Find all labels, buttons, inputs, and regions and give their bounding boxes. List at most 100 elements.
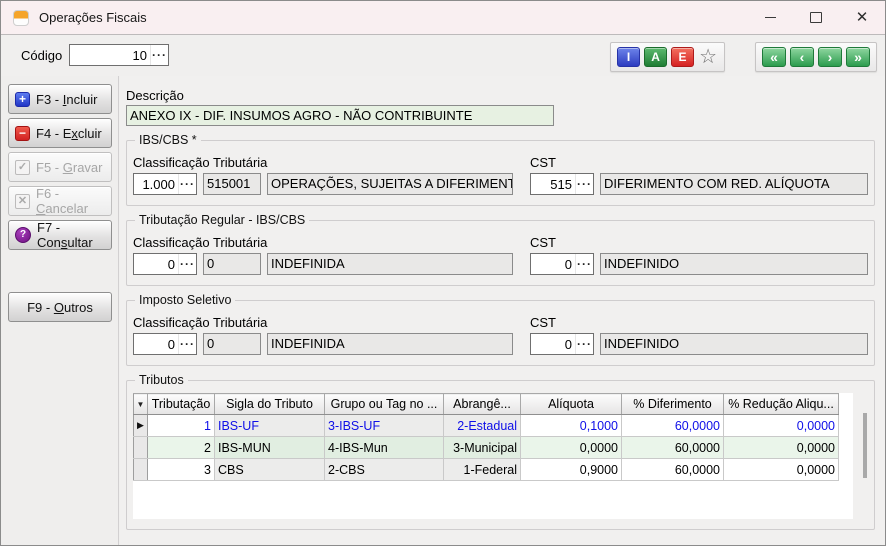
classificacao-lookup-button[interactable]: ··· xyxy=(178,254,196,274)
descricao-label: Descrição xyxy=(126,88,885,103)
cst-input[interactable]: 0 ··· xyxy=(530,333,594,355)
cell[interactable]: 1-Federal xyxy=(444,459,521,481)
last-record-button[interactable]: » xyxy=(846,47,870,67)
column-header[interactable]: Alíquota xyxy=(521,394,622,415)
filter-icon[interactable]: ▼ xyxy=(134,394,148,415)
column-header[interactable]: Grupo ou Tag no ... xyxy=(325,394,444,415)
cell[interactable]: 1 xyxy=(148,415,215,437)
toolbar: Código 10 ··· I A E ☆ « ‹ › » xyxy=(1,35,885,77)
column-header[interactable]: % Diferimento xyxy=(622,394,724,415)
classificacao-descricao: INDEFINIDA xyxy=(267,253,513,275)
classificacao-value[interactable]: 1.000 xyxy=(134,174,178,194)
window-title: Operações Fiscais xyxy=(39,10,147,25)
classificacao-label: Classificação Tributária xyxy=(133,235,530,250)
cell[interactable]: 3-Municipal xyxy=(444,437,521,459)
column-header[interactable]: Sigla do Tributo xyxy=(215,394,325,415)
cst-label: CST xyxy=(530,315,556,330)
cell[interactable]: 2-Estadual xyxy=(444,415,521,437)
a-button[interactable]: A xyxy=(644,47,667,67)
group-tributos: Tributos ▼ Tributação Sigla do Tributo xyxy=(126,380,875,530)
close-button[interactable]: ✕ xyxy=(839,1,885,34)
minimize-button[interactable] xyxy=(747,1,793,34)
column-header[interactable]: Tributação xyxy=(148,394,215,415)
e-button[interactable]: E xyxy=(671,47,694,67)
cell[interactable]: 60,0000 xyxy=(622,415,724,437)
cell[interactable]: 60,0000 xyxy=(622,437,724,459)
cell[interactable]: 2 xyxy=(148,437,215,459)
classificacao-label: Classificação Tributária xyxy=(133,155,530,170)
minimize-icon xyxy=(765,17,776,18)
codigo-input[interactable]: 10 ··· xyxy=(69,44,169,66)
star-icon[interactable]: ☆ xyxy=(699,47,717,67)
cst-value[interactable]: 0 xyxy=(531,334,575,354)
classificacao-value[interactable]: 0 xyxy=(134,334,178,354)
column-header[interactable]: % Redução Aliqu... xyxy=(724,394,839,415)
classificacao-lookup-button[interactable]: ··· xyxy=(178,174,196,194)
titlebar: Operações Fiscais ✕ xyxy=(1,1,885,35)
cell[interactable]: IBS-MUN xyxy=(215,437,325,459)
question-icon: ? xyxy=(15,227,31,243)
cst-input[interactable]: 0 ··· xyxy=(530,253,594,275)
f7-consultar-button[interactable]: ? F7 - Consultar xyxy=(8,220,112,250)
cell[interactable]: 0,0000 xyxy=(724,415,839,437)
cst-input[interactable]: 515 ··· xyxy=(530,173,594,195)
prev-record-button[interactable]: ‹ xyxy=(790,47,814,67)
current-row-marker-icon: ▶ xyxy=(134,415,148,437)
close-icon: ✕ xyxy=(856,10,869,25)
first-record-button[interactable]: « xyxy=(762,47,786,67)
cell[interactable]: IBS-UF xyxy=(215,415,325,437)
codigo-label: Código xyxy=(21,48,62,63)
cst-lookup-button[interactable]: ··· xyxy=(575,254,593,274)
classificacao-input[interactable]: 1.000 ··· xyxy=(133,173,197,195)
maximize-button[interactable] xyxy=(793,1,839,34)
cell[interactable]: 0,0000 xyxy=(521,437,622,459)
cst-value[interactable]: 515 xyxy=(531,174,575,194)
table-row[interactable]: ▶1IBS-UF3-IBS-UF2-Estadual0,100060,00000… xyxy=(134,415,839,437)
cell[interactable]: 3 xyxy=(148,459,215,481)
check-icon: ✓ xyxy=(15,160,30,175)
cell[interactable]: 4-IBS-Mun xyxy=(325,437,444,459)
cst-lookup-button[interactable]: ··· xyxy=(575,174,593,194)
cell[interactable]: 0,1000 xyxy=(521,415,622,437)
cell[interactable]: 60,0000 xyxy=(622,459,724,481)
column-header[interactable]: Abrangê... xyxy=(444,394,521,415)
f6-cancelar-button: ✕ F6 - Cancelar xyxy=(8,186,112,216)
classificacao-value[interactable]: 0 xyxy=(134,254,178,274)
classificacao-input[interactable]: 0 ··· xyxy=(133,253,197,275)
cell[interactable]: 0,9000 xyxy=(521,459,622,481)
button-label: F7 - Consultar xyxy=(37,220,111,250)
iae-toolbar-panel: I A E ☆ xyxy=(610,42,725,72)
cell[interactable]: 2-CBS xyxy=(325,459,444,481)
i-button[interactable]: I xyxy=(617,47,640,67)
classificacao-lookup-button[interactable]: ··· xyxy=(178,334,196,354)
classificacao-descricao: INDEFINIDA xyxy=(267,333,513,355)
table-row[interactable]: 2IBS-MUN4-IBS-Mun3-Municipal0,000060,000… xyxy=(134,437,839,459)
next-record-button[interactable]: › xyxy=(818,47,842,67)
codigo-lookup-button[interactable]: ··· xyxy=(150,45,168,65)
table-row[interactable]: 3CBS2-CBS1-Federal0,900060,00000,0000 xyxy=(134,459,839,481)
button-label: F6 - Cancelar xyxy=(36,186,111,216)
cst-lookup-button[interactable]: ··· xyxy=(575,334,593,354)
cell[interactable]: 0,0000 xyxy=(724,437,839,459)
group-ibs-cbs: IBS/CBS * Classificação Tributária CST 1… xyxy=(126,140,875,206)
descricao-field[interactable]: ANEXO IX - DIF. INSUMOS AGRO - NÃO CONTR… xyxy=(126,105,554,126)
classificacao-input[interactable]: 0 ··· xyxy=(133,333,197,355)
cst-value[interactable]: 0 xyxy=(531,254,575,274)
classificacao-label: Classificação Tributária xyxy=(133,315,530,330)
f9-outros-button[interactable]: F9 - Outros xyxy=(8,292,112,322)
cell[interactable]: 3-IBS-UF xyxy=(325,415,444,437)
vertical-scrollbar[interactable] xyxy=(863,413,867,478)
main-panel: Descrição ANEXO IX - DIF. INSUMOS AGRO -… xyxy=(120,76,885,545)
codigo-value[interactable]: 10 xyxy=(70,45,150,65)
f5-gravar-button: ✓ F5 - Gravar xyxy=(8,152,112,182)
tributos-body: ▶1IBS-UF3-IBS-UF2-Estadual0,100060,00000… xyxy=(134,415,839,481)
classificacao-descricao: OPERAÇÕES, SUJEITAS A DIFERIMENTO, C xyxy=(267,173,513,195)
f3-incluir-button[interactable]: + F3 - Incluir xyxy=(8,84,112,114)
maximize-icon xyxy=(810,12,822,23)
cst-label: CST xyxy=(530,235,556,250)
sidebar: + F3 - Incluir − F4 - Excluir ✓ F5 - Gra… xyxy=(1,76,119,545)
f4-excluir-button[interactable]: − F4 - Excluir xyxy=(8,118,112,148)
cell[interactable]: CBS xyxy=(215,459,325,481)
cst-descricao: INDEFINIDO xyxy=(600,333,868,355)
cell[interactable]: 0,0000 xyxy=(724,459,839,481)
